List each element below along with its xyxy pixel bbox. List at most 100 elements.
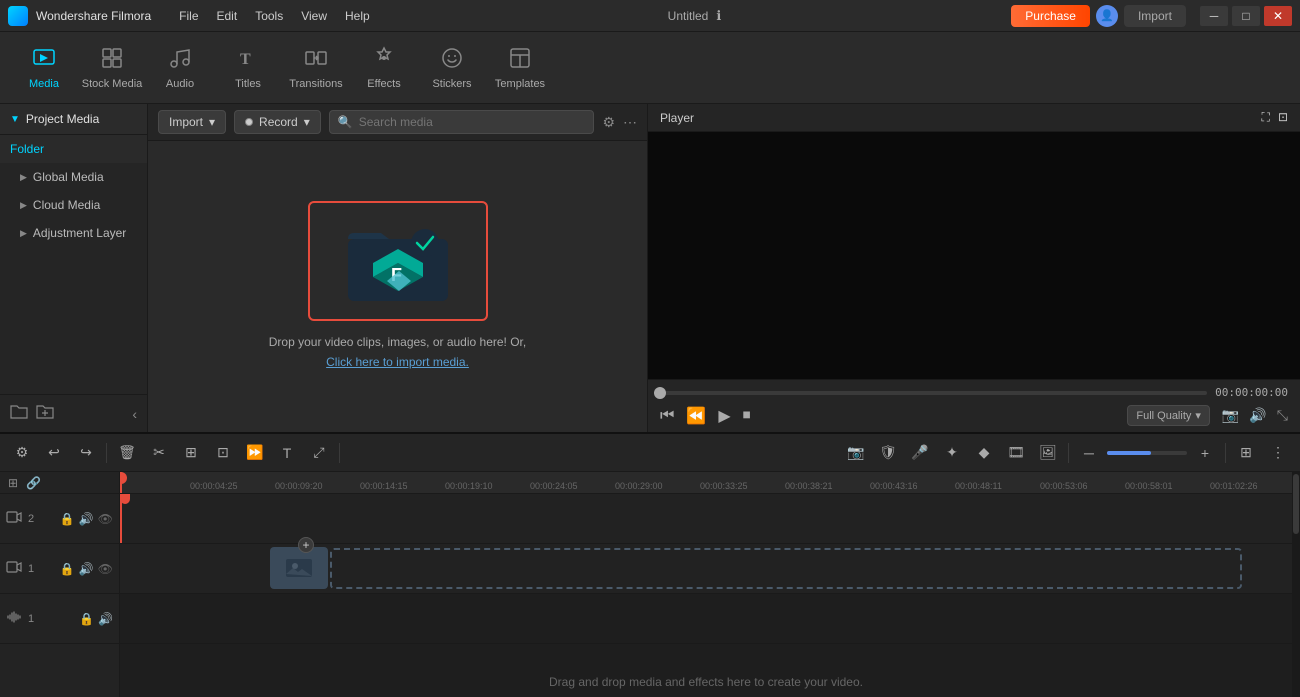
frame-back-button[interactable]: ⏪ xyxy=(686,406,706,426)
time-display: 00:00:00:00 xyxy=(1215,386,1288,399)
close-button[interactable]: ✕ xyxy=(1264,6,1292,26)
more-button[interactable]: ⋮ xyxy=(1264,439,1292,467)
track-row-video2[interactable] xyxy=(120,494,1292,544)
tool-stock-media[interactable]: Stock Media xyxy=(80,38,144,98)
track2-visibility-icon[interactable]: 👁 xyxy=(98,512,113,526)
timeline-scrollbar[interactable] xyxy=(1292,472,1300,697)
menu-help[interactable]: Help xyxy=(337,5,378,27)
tool-templates[interactable]: Templates xyxy=(488,38,552,98)
delete-button[interactable]: 🗑 xyxy=(113,439,141,467)
record-dropdown[interactable]: Record ▾ xyxy=(234,110,321,134)
camera-button[interactable]: 📷 xyxy=(842,439,870,467)
cut-button[interactable]: ✂ xyxy=(145,439,173,467)
tool-stickers[interactable]: Stickers xyxy=(420,38,484,98)
audio1-lock-icon[interactable]: 🔒 xyxy=(79,612,94,626)
speed-button[interactable]: ⏩ xyxy=(241,439,269,467)
video1-icon xyxy=(6,560,22,577)
zoom-slider[interactable] xyxy=(1107,451,1187,455)
player-settings-icon[interactable]: ⊡ xyxy=(1278,110,1288,125)
menu-file[interactable]: File xyxy=(171,5,206,27)
player-fullscreen-icon[interactable]: ⛶ xyxy=(1262,110,1270,125)
timeline-settings-button[interactable]: ⚙ xyxy=(8,439,36,467)
info-icon[interactable]: ℹ xyxy=(716,8,721,24)
track-drop-zone[interactable] xyxy=(330,548,1242,589)
track1-mute-icon[interactable]: 🔊 xyxy=(79,562,94,576)
play-button[interactable]: ▶ xyxy=(718,406,730,426)
track-row-video1[interactable]: + xyxy=(120,544,1292,594)
volume-icon[interactable]: 🔊 xyxy=(1249,407,1266,424)
text-button[interactable]: T xyxy=(273,439,301,467)
skip-back-button[interactable]: ⏮ xyxy=(660,407,674,425)
link-icon[interactable]: 🔗 xyxy=(26,476,41,490)
track1-lock-icon[interactable]: 🔒 xyxy=(60,562,75,576)
track-label-video2: 2 🔒 🔊 👁 xyxy=(0,494,119,544)
nav-cloud-media[interactable]: ▶ Cloud Media xyxy=(0,191,147,219)
more-options-icon[interactable]: ⋯ xyxy=(623,114,637,131)
menu-edit[interactable]: Edit xyxy=(209,5,246,27)
zoom-in-button[interactable]: + xyxy=(1191,439,1219,467)
tracks-container: + Drag and drop media and effects here t… xyxy=(120,494,1292,697)
effects-timeline-button[interactable]: ✦ xyxy=(938,439,966,467)
nav-folder[interactable]: Folder xyxy=(0,135,147,163)
scrollbar-thumb[interactable] xyxy=(1293,474,1299,534)
shield-button[interactable]: 🛡 xyxy=(874,439,902,467)
tool-media[interactable]: Media xyxy=(12,38,76,98)
stock-media-icon xyxy=(100,46,124,74)
track2-mute-icon[interactable]: 🔊 xyxy=(79,512,94,526)
maximize-button[interactable]: □ xyxy=(1232,6,1260,26)
grid-button[interactable]: ⊞ xyxy=(1232,439,1260,467)
menu-view[interactable]: View xyxy=(293,5,335,27)
drop-folder-area[interactable]: F xyxy=(308,201,488,321)
add-track-icon[interactable]: ⊞ xyxy=(8,476,18,490)
drop-link[interactable]: Click here to import media. xyxy=(326,355,469,369)
import-header-button[interactable]: Import xyxy=(1124,5,1186,27)
tool-effects[interactable]: Effects xyxy=(352,38,416,98)
undo-button[interactable]: ↩ xyxy=(40,439,68,467)
zoom-out-button[interactable]: ─ xyxy=(1075,439,1103,467)
clip-button[interactable]: 🎞 xyxy=(1002,439,1030,467)
track2-lock-icon[interactable]: 🔒 xyxy=(60,512,75,526)
track-row-audio1[interactable] xyxy=(120,594,1292,644)
add-to-track-button[interactable]: + xyxy=(298,537,314,553)
app-name: Wondershare Filmora xyxy=(36,9,151,23)
effects-icon xyxy=(372,46,396,74)
window-controls: ─ □ ✕ xyxy=(1200,6,1292,26)
mic-button[interactable]: 🎤 xyxy=(906,439,934,467)
user-avatar[interactable]: 👤 xyxy=(1096,5,1118,27)
tool-titles[interactable]: T Titles xyxy=(216,38,280,98)
panel-collapse-icon[interactable]: ‹ xyxy=(132,406,137,422)
menu-tools[interactable]: Tools xyxy=(247,5,291,27)
folder-new-icon[interactable] xyxy=(36,403,54,424)
quality-selector[interactable]: Full Quality ▾ xyxy=(1127,405,1210,426)
screenshot-icon[interactable]: 📷 xyxy=(1222,407,1239,424)
redo-button[interactable]: ↪ xyxy=(72,439,100,467)
titlebar-center: Untitled ℹ xyxy=(668,8,722,24)
ruler-mark-6: 00:00:29:00 xyxy=(615,481,663,491)
nav-global-media[interactable]: ▶ Global Media xyxy=(0,163,147,191)
timeline-content: 00:00:04:25 00:00:09:20 00:00:14:15 00:0… xyxy=(120,472,1292,697)
filter-icon[interactable]: ⚙ xyxy=(602,114,615,131)
progress-bar[interactable] xyxy=(660,391,1207,395)
search-input[interactable] xyxy=(359,115,586,129)
svg-text:T: T xyxy=(240,51,251,68)
tool-transitions[interactable]: Transitions xyxy=(284,38,348,98)
adjust-button[interactable]: ⤢ xyxy=(305,439,333,467)
audio-icon xyxy=(168,46,192,74)
keyframe-button[interactable]: ◆ xyxy=(970,439,998,467)
player-header: Player ⛶ ⊡ xyxy=(648,104,1300,132)
minimize-button[interactable]: ─ xyxy=(1200,6,1228,26)
purchase-button[interactable]: Purchase xyxy=(1011,5,1090,27)
tool-audio[interactable]: Audio xyxy=(148,38,212,98)
crop-timeline-button[interactable]: ⊡ xyxy=(209,439,237,467)
split-button[interactable]: ⊞ xyxy=(177,439,205,467)
image-button[interactable]: 🖼 xyxy=(1034,439,1062,467)
filmora-folder-icon: F xyxy=(343,217,453,305)
folder-open-icon[interactable] xyxy=(10,403,28,424)
crop-icon[interactable]: ⤡ xyxy=(1277,407,1288,424)
nav-adjustment-layer[interactable]: ▶ Adjustment Layer xyxy=(0,219,147,247)
timeline-body: ⊞ 🔗 2 🔒 🔊 👁 xyxy=(0,472,1300,697)
audio1-mute-icon[interactable]: 🔊 xyxy=(98,612,113,626)
stop-button[interactable]: ⏹ xyxy=(743,407,751,425)
import-dropdown[interactable]: Import ▾ xyxy=(158,110,226,134)
track1-visibility-icon[interactable]: 👁 xyxy=(98,562,113,576)
